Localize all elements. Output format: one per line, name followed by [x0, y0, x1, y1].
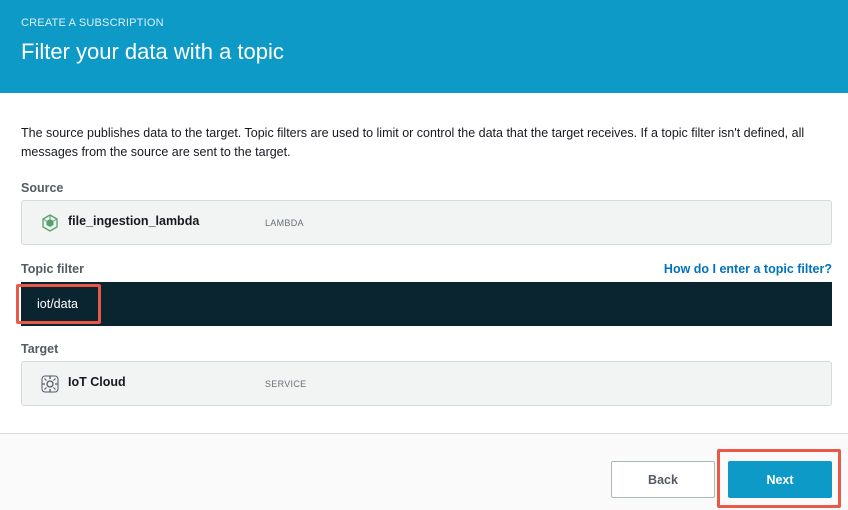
target-field: IoT Cloud SERVICE [21, 361, 832, 406]
page-title: Filter your data with a topic [21, 39, 284, 64]
back-button[interactable]: Back [611, 461, 715, 498]
topic-filter-help-link[interactable]: How do I enter a topic filter? [664, 262, 832, 276]
page-header: CREATE A SUBSCRIPTION Filter your data w… [0, 0, 848, 93]
footer-bar [0, 434, 848, 510]
target-type: SERVICE [265, 379, 307, 389]
target-label: Target [21, 342, 59, 356]
topic-filter-input[interactable] [21, 282, 832, 326]
header-kicker: CREATE A SUBSCRIPTION [21, 17, 164, 29]
topic-filter-label: Topic filter [21, 262, 84, 276]
lambda-function-icon [40, 213, 60, 233]
target-name: IoT Cloud [68, 375, 126, 389]
next-button[interactable]: Next [728, 461, 832, 498]
iot-cloud-icon [40, 374, 60, 394]
source-label: Source [21, 181, 64, 195]
source-name: file_ingestion_lambda [68, 214, 200, 228]
description-text: The source publishes data to the target.… [21, 126, 805, 159]
source-type: LAMBDA [265, 218, 304, 228]
source-field: file_ingestion_lambda LAMBDA [21, 200, 832, 245]
